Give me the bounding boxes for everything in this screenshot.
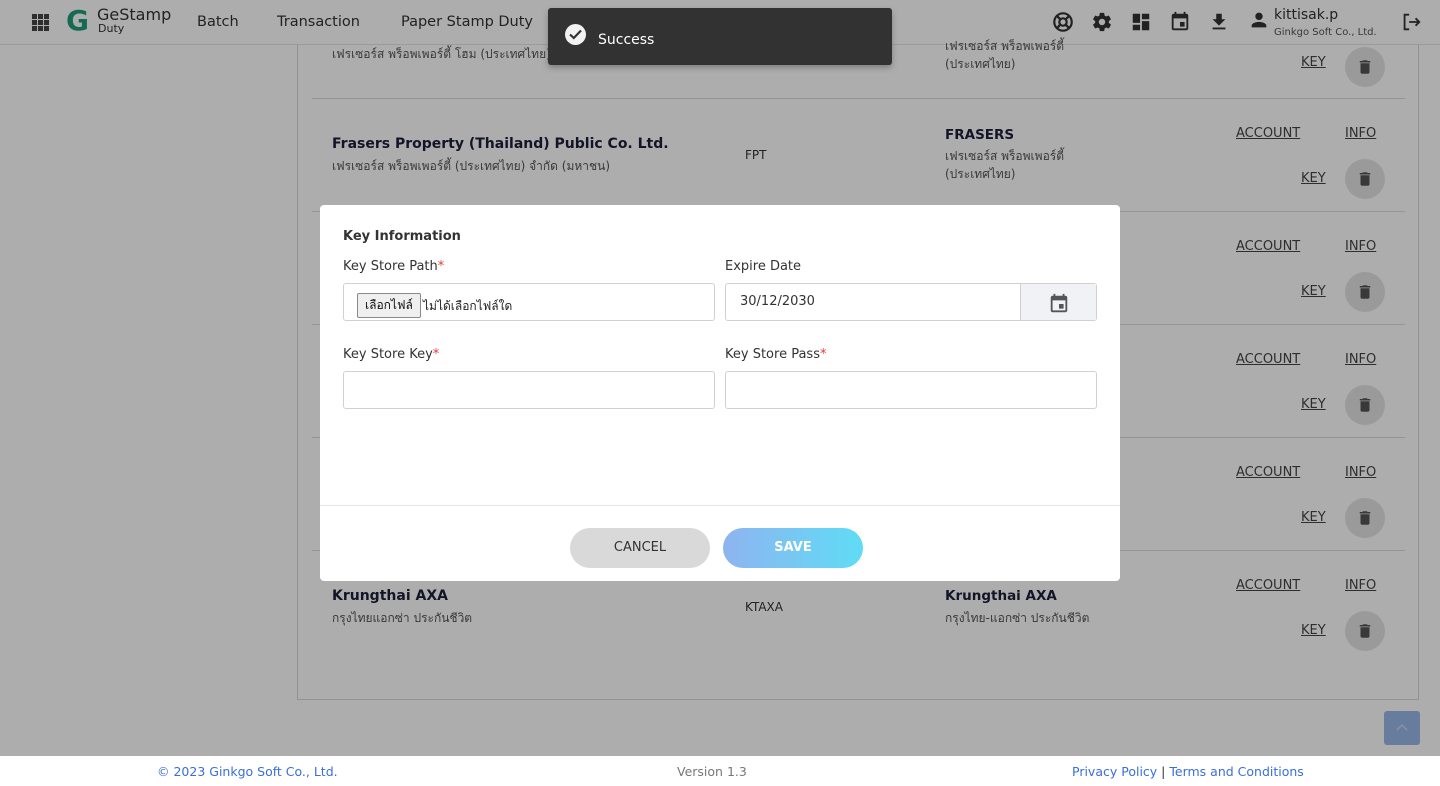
key-store-pass-input[interactable] xyxy=(725,371,1097,409)
app-page: G GeStamp Duty Batch Transaction Paper S… xyxy=(0,0,1440,786)
required-mark: * xyxy=(819,347,827,362)
key-store-path-file-input[interactable]: เลือกไฟล์ ไม่ได้เลือกไฟล์ใด xyxy=(343,283,715,321)
footer-separator: | xyxy=(1161,764,1166,779)
footer: © 2023 Ginkgo Soft Co., Ltd. Version 1.3… xyxy=(0,756,1440,786)
expire-date-value: 30/12/2030 xyxy=(740,294,815,309)
key-store-key-input[interactable] xyxy=(343,371,715,409)
toast-message: Success xyxy=(598,32,655,48)
required-mark: * xyxy=(432,347,440,362)
choose-file-button[interactable]: เลือกไฟล์ xyxy=(357,293,421,318)
required-mark: * xyxy=(437,259,445,274)
key-store-key-label-text: Key Store Key xyxy=(343,347,433,362)
key-store-pass-label: Key Store Pass* xyxy=(725,347,826,362)
save-button[interactable]: SAVE xyxy=(723,528,863,568)
modal-footer: CANCEL SAVE xyxy=(320,505,1120,581)
footer-links: Privacy Policy | Terms and Conditions xyxy=(1072,764,1304,779)
footer-copyright: © 2023 Ginkgo Soft Co., Ltd. xyxy=(157,764,338,779)
privacy-policy-link[interactable]: Privacy Policy xyxy=(1072,764,1157,779)
check-circle-icon xyxy=(565,24,586,45)
key-store-path-label-text: Key Store Path xyxy=(343,259,438,274)
calendar-icon xyxy=(1050,293,1068,313)
terms-link[interactable]: Terms and Conditions xyxy=(1169,764,1303,779)
expire-date-field[interactable]: 30/12/2030 xyxy=(725,283,1097,321)
key-store-path-label: Key Store Path* xyxy=(343,259,444,274)
file-status-text: ไม่ได้เลือกไฟล์ใด xyxy=(423,299,513,313)
key-store-pass-label-text: Key Store Pass xyxy=(725,347,820,362)
key-information-modal: Key Information Key Store Path* เลือกไฟล… xyxy=(320,205,1120,581)
modal-title: Key Information xyxy=(343,229,461,244)
cancel-button[interactable]: CANCEL xyxy=(570,528,710,568)
success-toast: Success xyxy=(548,8,892,65)
key-store-key-label: Key Store Key* xyxy=(343,347,439,362)
expire-date-label: Expire Date xyxy=(725,259,802,274)
date-picker-button[interactable] xyxy=(1020,284,1096,320)
footer-version: Version 1.3 xyxy=(677,764,747,779)
